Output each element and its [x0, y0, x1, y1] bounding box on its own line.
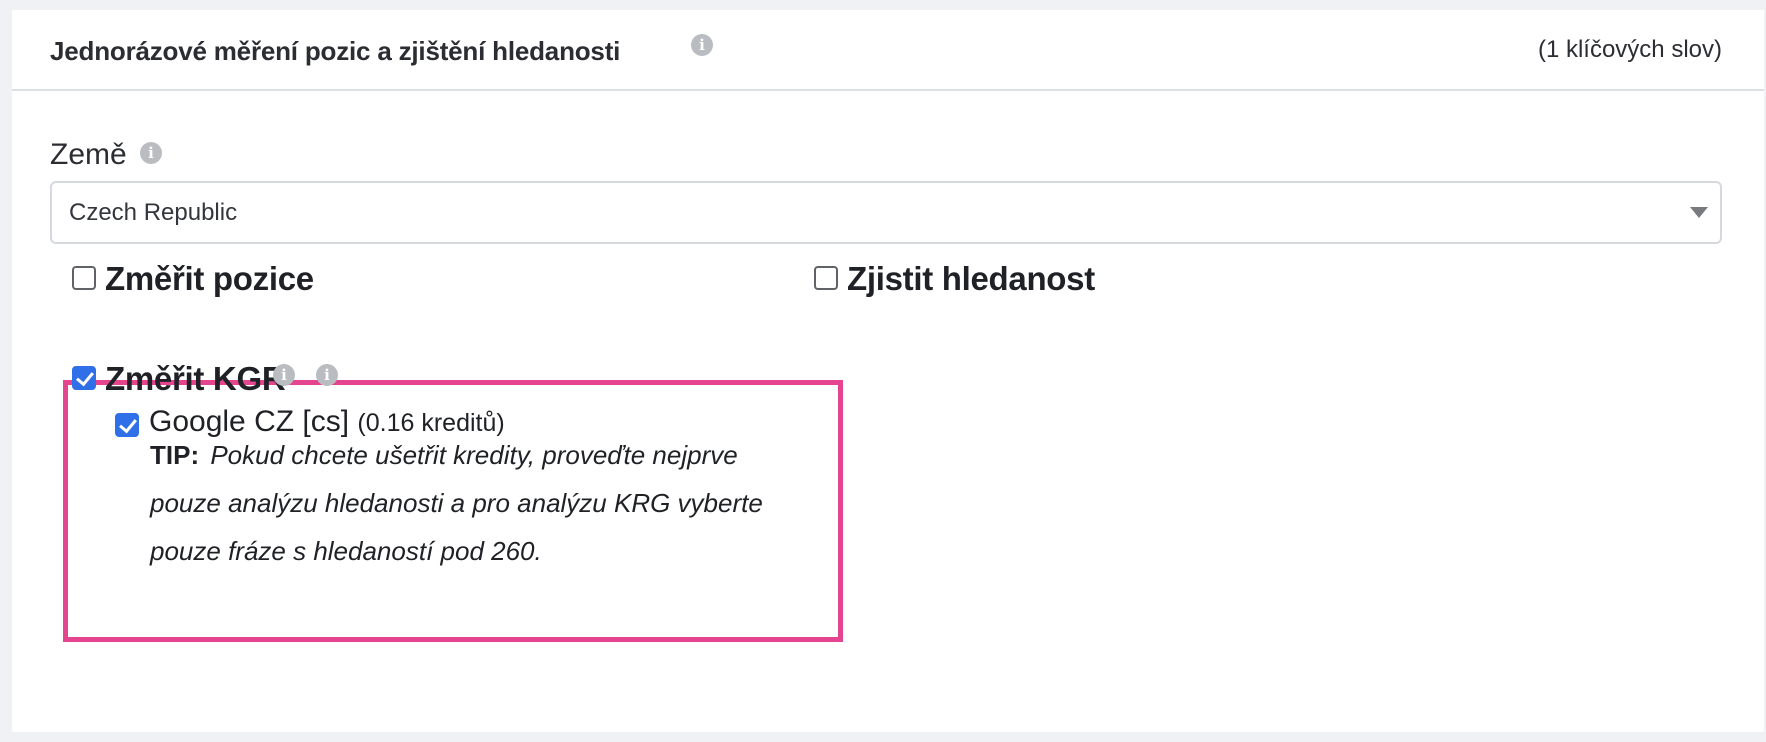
info-icon[interactable]: i [140, 142, 162, 164]
info-icon[interactable]: i [691, 34, 713, 56]
keyword-count: (1 klíčových slov) [1537, 36, 1722, 63]
tip-text: Pokud chcete ušetřit kredity, proveďte n… [150, 440, 763, 566]
info-icon[interactable]: i [273, 364, 295, 386]
country-select[interactable]: Czech Republic [50, 181, 1722, 244]
info-icon[interactable]: i [316, 364, 338, 386]
measure-kgr-label[interactable]: Změřit KGR [105, 360, 286, 398]
country-label: Země [50, 138, 127, 171]
measure-positions-checkbox[interactable] [72, 266, 96, 290]
page-title: Jednorázové měření pozic a zjištění hled… [50, 36, 621, 66]
country-select-value: Czech Republic [69, 199, 238, 226]
tip-label: TIP: [150, 440, 200, 470]
measurement-card: Jednorázové měření pozic a zjištění hled… [12, 10, 1764, 732]
measure-kgr-checkbox[interactable] [72, 366, 96, 390]
find-search-volume-label[interactable]: Zjistit hledanost [847, 260, 1095, 298]
measure-positions-label[interactable]: Změřit pozice [105, 260, 314, 298]
find-search-volume-checkbox[interactable] [814, 266, 838, 290]
chevron-down-icon [1690, 207, 1708, 218]
google-cz-checkbox[interactable] [115, 413, 139, 437]
card-header: Jednorázové měření pozic a zjištění hled… [12, 10, 1764, 91]
tip-text-block: TIP: Pokud chcete ušetřit kredity, prove… [150, 431, 810, 575]
